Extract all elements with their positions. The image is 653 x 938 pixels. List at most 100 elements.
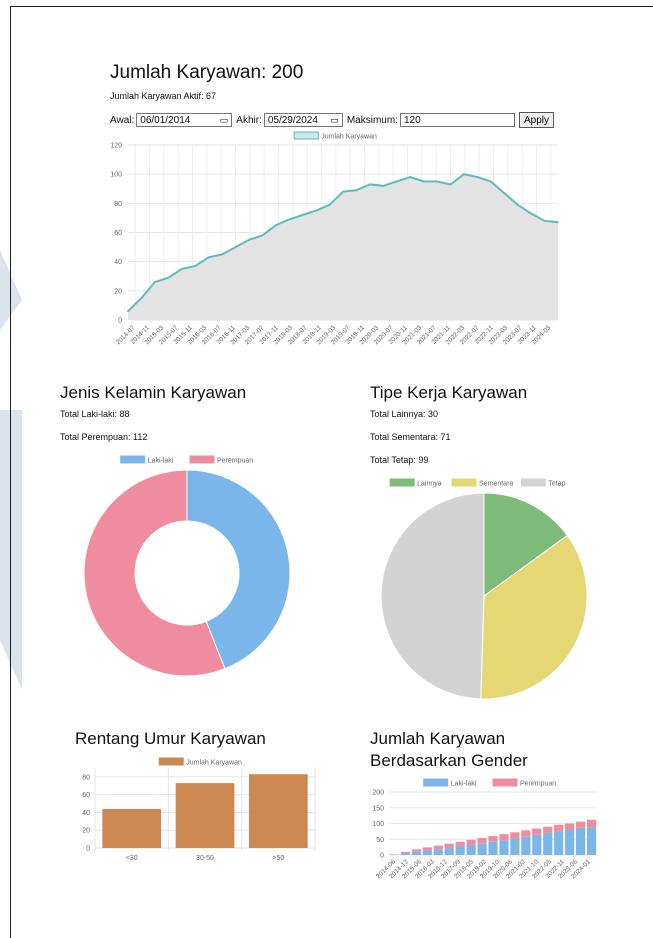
legend-lainnya-swatch [389, 478, 415, 487]
y-tick-label: 20 [82, 828, 90, 835]
calendar-icon[interactable]: ▭ [220, 115, 229, 126]
x-tick-label: 30-50 [196, 855, 214, 862]
end-date-value: 05/29/2024 [267, 114, 318, 126]
age-bar-chart: 0 20 40 60 80 <30 30-50 >50 Jumlah Karyawan [82, 757, 316, 862]
y-tick-label: 40 [82, 810, 90, 817]
y-tick-label: 120 [110, 143, 122, 150]
bar-perempuan [510, 832, 520, 839]
legend-sementara-label: Sementara [479, 481, 513, 488]
legend-laki-laki-label: Laki-laki [451, 781, 477, 788]
bar-perempuan [521, 830, 531, 837]
gender-time-title-1: Jumlah Karyawan [370, 729, 506, 748]
gender-time-title-2: Berdasarkan Gender [370, 751, 528, 770]
apply-button[interactable]: Apply [518, 112, 554, 128]
data-point [301, 214, 304, 216]
y-tick-label: 40 [114, 259, 122, 266]
bar-laki-laki [586, 827, 597, 855]
max-label: Maksimum: [346, 114, 398, 126]
data-point [234, 246, 237, 248]
bar->50 [249, 774, 308, 848]
data-point [167, 276, 170, 279]
data-point [140, 297, 143, 300]
temp-total: Total Sementara: 71 [370, 432, 451, 442]
bar-laki-laki [488, 841, 498, 855]
legend-laki-laki-swatch [120, 455, 146, 464]
bar-laki-laki [411, 851, 421, 855]
legend-jumlah-karyawan-label: Jumlah Karyawan [186, 760, 242, 767]
legend-jumlah-karyawan-swatch [158, 757, 184, 766]
data-point [422, 180, 425, 183]
slice-tetap [380, 492, 485, 700]
y-tick-label: 100 [372, 821, 384, 828]
bar-perempuan [455, 841, 465, 847]
gender-title: Jenis Kelamin Karyawan [60, 383, 247, 402]
bar-perempuan [554, 824, 564, 832]
bar-perempuan [477, 837, 487, 844]
y-tick-label: 20 [114, 288, 122, 295]
data-point [342, 190, 344, 193]
data-point [328, 203, 331, 206]
legend-tetap-label: Tetap [548, 481, 565, 488]
other-total: Total Lainnya: 30 [370, 409, 439, 419]
y-tick-label: 80 [114, 201, 122, 208]
y-tick-label: 0 [380, 853, 384, 860]
data-point [463, 173, 465, 176]
bar-laki-laki [554, 831, 564, 855]
bar-laki-laki [444, 848, 454, 855]
bar-perempuan [422, 847, 432, 851]
end-date-input[interactable]: 05/29/2024 ▭ [263, 113, 343, 127]
max-input[interactable]: 120 [399, 113, 515, 127]
legend-laki-laki-swatch [423, 778, 449, 787]
bar-30-50 [175, 783, 235, 848]
start-date-value: 06/01/2014 [140, 114, 191, 126]
y-tick-label: 50 [376, 837, 384, 844]
y-tick-label: 0 [86, 846, 90, 853]
legend-perempuan-swatch [492, 778, 518, 787]
x-tick-label: <30 [126, 855, 138, 862]
male-total: Total Laki-laki: 88 [60, 409, 130, 419]
data-point [476, 176, 479, 178]
data-point [557, 221, 559, 224]
data-point [221, 253, 223, 256]
y-tick-label: 60 [82, 792, 90, 799]
bar-laki-laki [433, 849, 443, 855]
worktype-title: Tipe Kerja Karyawan [370, 383, 528, 402]
bar-laki-laki [575, 827, 586, 855]
start-date-input[interactable]: 06/01/2014 ▭ [136, 113, 233, 127]
bar-perempuan [444, 843, 454, 849]
end-date-label: Akhir: [236, 114, 262, 126]
data-point [288, 218, 291, 221]
data-point [315, 209, 318, 212]
y-tick-label: 60 [114, 230, 122, 237]
legend-perempuan-label: Perempuan [217, 458, 253, 465]
data-point [449, 183, 452, 186]
bar-perempuan [466, 839, 476, 845]
bar-laki-laki [477, 843, 487, 855]
perm-total: Total Tetap: 99 [370, 455, 429, 465]
legend-jumlah-karyawan-swatch [293, 131, 319, 140]
calendar-icon[interactable]: ▭ [330, 115, 339, 126]
legend-sementara-swatch [451, 478, 477, 487]
gender-stacked-bar-chart: 0501001502002014-062014-122015-062016-03… [372, 778, 597, 880]
data-point [409, 176, 412, 178]
y-tick-label: 100 [110, 172, 122, 179]
legend-laki-laki-label: Laki-laki [148, 458, 174, 465]
gender-doughnut-chart: Laki-laki Perempuan [83, 455, 291, 677]
dashboard: Jumlah Karyawan: 200 Jumlah Karyawan Akt… [0, 0, 653, 938]
x-tick-label: >50 [272, 855, 284, 862]
data-point [382, 184, 385, 187]
data-point [368, 183, 371, 186]
data-point [395, 180, 398, 183]
y-tick-label: 200 [372, 790, 384, 797]
bar-laki-laki [499, 840, 509, 855]
bar-perempuan [499, 834, 509, 841]
age-title: Rentang Umur Karyawan [75, 729, 266, 748]
data-point [261, 234, 264, 237]
bar-laki-laki [532, 834, 542, 855]
data-point [194, 265, 197, 267]
data-point [248, 238, 250, 241]
bar-perempuan [488, 836, 498, 842]
bar-laki-laki [422, 850, 432, 855]
date-filter-bar: Awal: 06/01/2014 ▭ Akhir: 05/29/2024 ▭ M… [110, 112, 554, 128]
data-point [503, 192, 506, 195]
